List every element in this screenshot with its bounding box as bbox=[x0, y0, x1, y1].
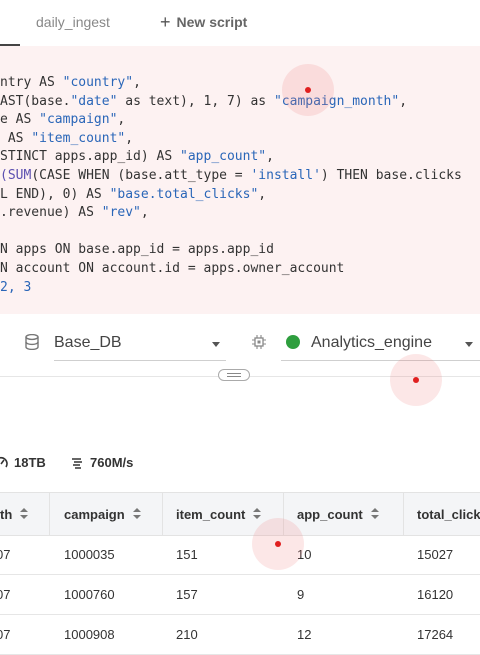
column-header[interactable]: total_click bbox=[404, 493, 480, 535]
code-token: "rev" bbox=[101, 205, 141, 221]
engine-status-dot bbox=[286, 335, 300, 349]
code-token: (CASE WHEN (base.att_type = bbox=[31, 167, 251, 183]
code-line: STINCT apps.app_id) AS "app_count", bbox=[0, 148, 462, 167]
table-cell: 16120 bbox=[417, 586, 454, 602]
stat-speed: 760M/s bbox=[70, 455, 133, 470]
new-script-tab[interactable]: + New script bbox=[160, 12, 248, 32]
code-token: N account ON account.id = apps.owner_acc… bbox=[0, 260, 345, 276]
code-line: ntry AS "country", bbox=[0, 74, 462, 93]
code-token: 'install' bbox=[250, 167, 321, 183]
plus-icon: + bbox=[160, 12, 171, 32]
code-line: 2, 3 bbox=[0, 279, 462, 298]
code-line: (SUM(CASE WHEN (base.att_type = 'install… bbox=[0, 167, 462, 186]
column-header[interactable]: campaign bbox=[50, 493, 163, 535]
code-line: AST(base."date" as text), 1, 7) as "camp… bbox=[0, 93, 462, 112]
table-row[interactable]: 07 1000908 210 12 17264 bbox=[0, 614, 480, 655]
table-row[interactable]: 07 1000035 151 10 15027 bbox=[0, 534, 480, 575]
table-header: th campaign item_count app_count total_c… bbox=[0, 492, 480, 536]
table-cell: 12 bbox=[297, 626, 312, 642]
code-token: "date" bbox=[70, 93, 118, 109]
code-token: N apps ON base.app_id = apps.app_id bbox=[0, 242, 274, 258]
code-token: 2, 3 bbox=[0, 279, 32, 295]
code-token: , bbox=[266, 149, 274, 165]
code-line: e AS "campaign", bbox=[0, 111, 462, 130]
code-token: "app_count" bbox=[180, 149, 267, 165]
code-line: .revenue) AS "rev", bbox=[0, 204, 462, 223]
code-token: AST(base. bbox=[0, 93, 71, 109]
sort-icon[interactable] bbox=[370, 508, 379, 520]
chip-icon bbox=[252, 335, 266, 349]
table-cell: 157 bbox=[176, 586, 198, 602]
table-cell: 1000760 bbox=[64, 586, 115, 602]
code-token: L END), 0) AS bbox=[0, 186, 110, 202]
click-marker bbox=[390, 354, 442, 406]
resize-drag-handle[interactable] bbox=[218, 369, 250, 381]
table-cell: 07 bbox=[0, 546, 11, 562]
code-token: ) THEN base.clicks bbox=[320, 167, 462, 183]
engine-select[interactable]: Analytics_engine bbox=[281, 330, 480, 361]
tab-bar: daily_ingest + New script bbox=[0, 0, 480, 46]
code-token: , bbox=[258, 186, 267, 202]
stat-data-size-value: 18TB bbox=[14, 455, 46, 470]
database-icon bbox=[25, 334, 39, 350]
code-token: , bbox=[399, 93, 408, 109]
database-select[interactable]: Base_DB bbox=[54, 330, 226, 361]
code-token: "campaign" bbox=[39, 112, 118, 128]
code-token: (SUM bbox=[0, 167, 32, 183]
gauge-icon bbox=[0, 456, 8, 467]
code-token: e AS bbox=[0, 112, 40, 128]
code-token: AS bbox=[0, 130, 32, 146]
table-row[interactable]: 07 1000760 157 9 16120 bbox=[0, 574, 480, 615]
code-token: ntry bbox=[0, 75, 40, 90]
code-line: AS "item_count", bbox=[0, 130, 462, 149]
code-token: .revenue) AS bbox=[0, 205, 102, 221]
code-token: AS bbox=[39, 75, 63, 90]
sql-editor[interactable]: ntry AS "country", AST(base."date" as tex… bbox=[0, 46, 480, 314]
sql-code[interactable]: ntry AS "country", AST(base."date" as tex… bbox=[0, 74, 462, 297]
new-script-label: New script bbox=[176, 14, 248, 30]
table-cell: 9 bbox=[297, 586, 305, 602]
column-header[interactable]: app_count bbox=[284, 493, 404, 535]
code-token: as text), 1, 7) as bbox=[117, 93, 274, 109]
code-token: "country" bbox=[62, 75, 134, 90]
table-cell: 15027 bbox=[417, 546, 454, 562]
speed-lines-icon bbox=[72, 457, 82, 469]
code-token: "item_count" bbox=[31, 130, 126, 146]
code-token: , bbox=[117, 112, 126, 128]
chevron-down-icon bbox=[212, 342, 220, 347]
column-header[interactable]: th bbox=[0, 493, 50, 535]
sort-icon[interactable] bbox=[132, 508, 141, 520]
table-cell: 1000035 bbox=[64, 546, 115, 562]
code-line: N account ON account.id = apps.owner_acc… bbox=[0, 260, 462, 279]
sort-icon[interactable] bbox=[20, 508, 29, 520]
click-marker bbox=[282, 64, 334, 116]
code-token: , bbox=[125, 130, 134, 146]
code-token: , bbox=[140, 205, 149, 221]
code-token: , bbox=[133, 75, 141, 90]
table-cell: 210 bbox=[176, 626, 198, 642]
stat-speed-value: 760M/s bbox=[90, 455, 134, 470]
sort-icon[interactable] bbox=[253, 508, 262, 520]
database-select-value: Base_DB bbox=[54, 334, 122, 351]
code-line: L END), 0) AS "base.total_clicks", bbox=[0, 186, 462, 205]
code-line: N apps ON base.app_id = apps.app_id bbox=[0, 241, 462, 260]
stat-data-size: 18TB bbox=[0, 455, 46, 470]
table-cell: 1000908 bbox=[64, 626, 115, 642]
table-cell: 07 bbox=[0, 586, 11, 602]
click-marker bbox=[252, 518, 304, 570]
engine-select-value: Analytics_engine bbox=[311, 334, 432, 351]
code-token: "base.total_clicks" bbox=[109, 186, 259, 202]
chevron-down-icon bbox=[465, 342, 473, 347]
table-cell: 151 bbox=[176, 546, 198, 562]
table-cell: 07 bbox=[0, 626, 11, 642]
code-token: STINCT apps.app_id) AS bbox=[0, 149, 181, 165]
tab-daily-ingest[interactable]: daily_ingest bbox=[36, 14, 110, 30]
table-cell: 17264 bbox=[417, 626, 454, 642]
